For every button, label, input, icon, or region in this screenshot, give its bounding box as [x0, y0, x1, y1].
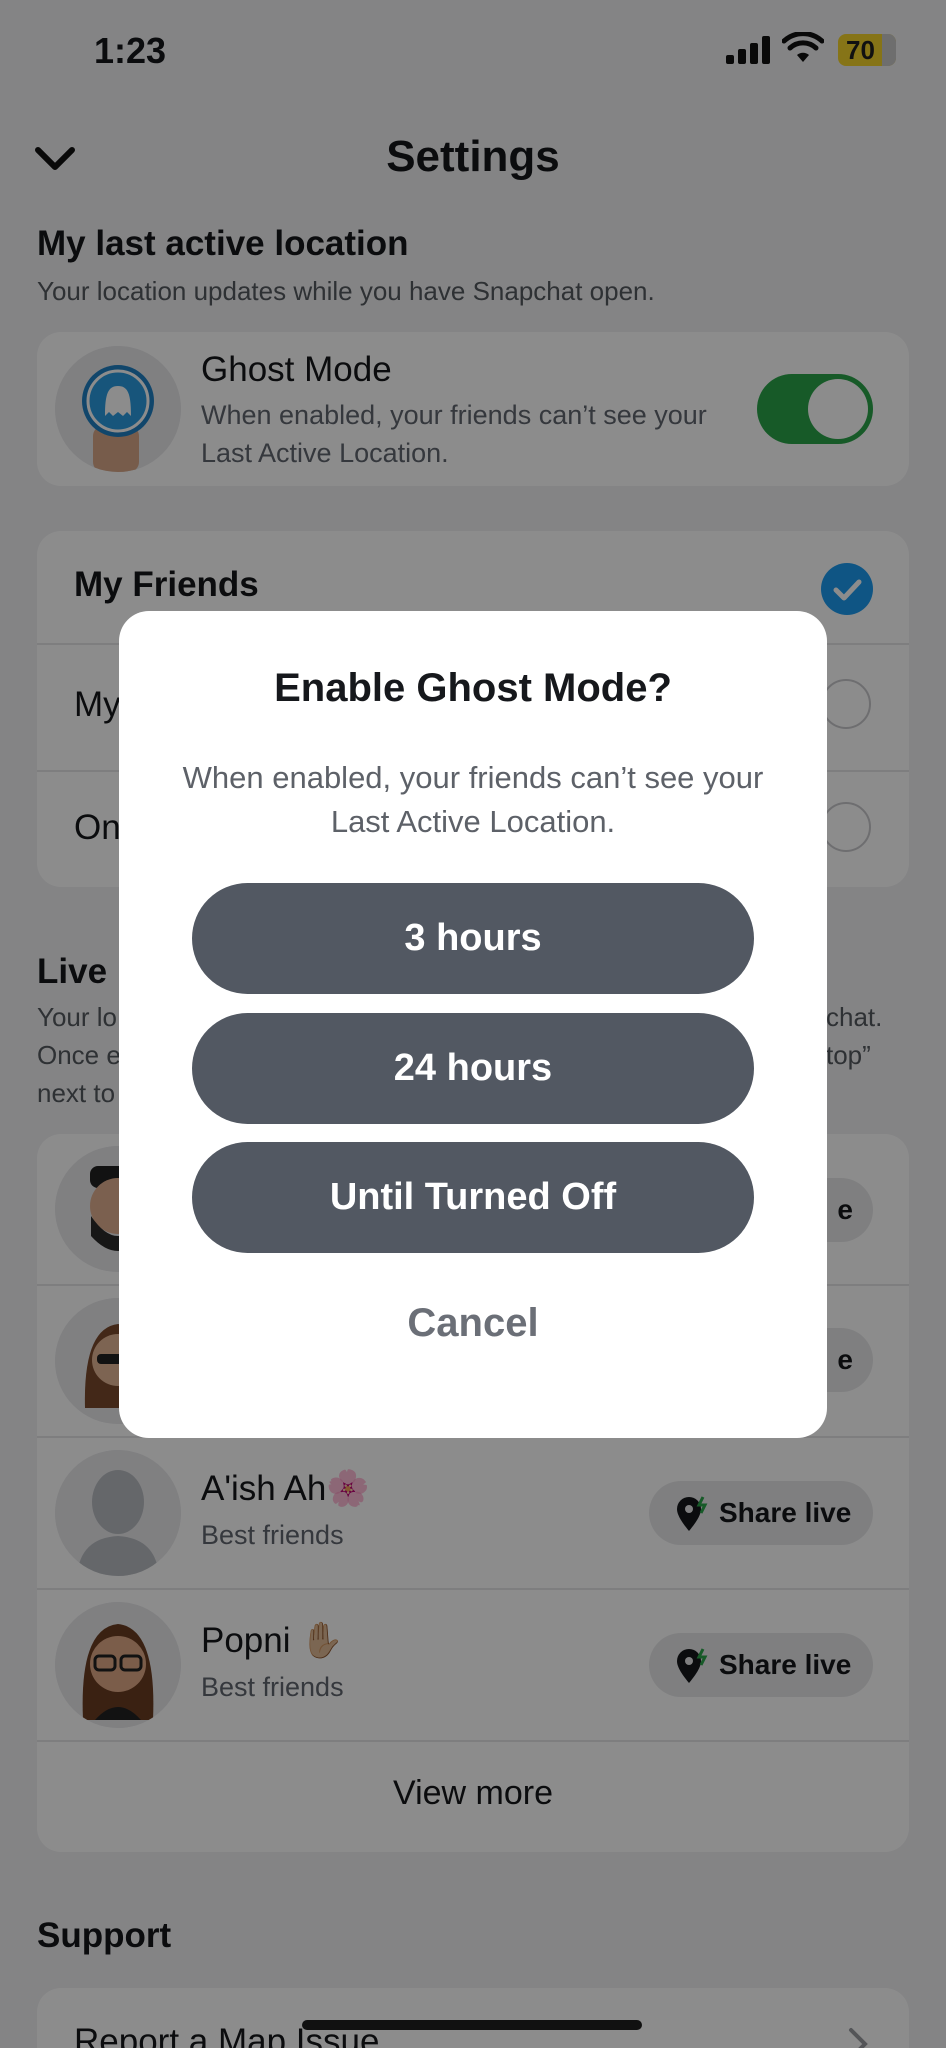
option-24-hours-button[interactable]: 24 hours	[192, 1013, 754, 1124]
option-until-turned-off-button[interactable]: Until Turned Off	[192, 1142, 754, 1253]
dialog-body: When enabled, your friends can’t see you…	[182, 760, 764, 839]
dialog-title: Enable Ghost Mode?	[274, 666, 672, 710]
option-3-hours-button[interactable]: 3 hours	[192, 883, 754, 994]
home-indicator	[302, 2020, 642, 2030]
cancel-button[interactable]: Cancel	[119, 1301, 827, 1346]
ghost-mode-dialog: Enable Ghost Mode? When enabled, your fr…	[119, 611, 827, 1438]
battery-level: 70	[846, 34, 875, 65]
